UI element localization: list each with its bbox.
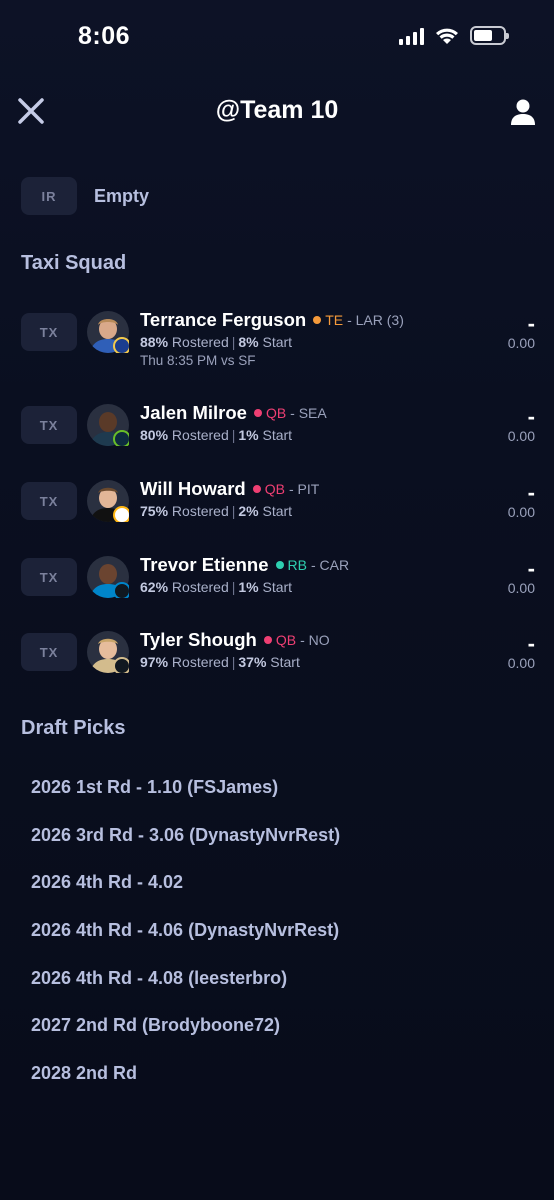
player-row-tyler-shough[interactable]: TX Tyler Shough QB - NO 97% Rostered | 3… (21, 629, 535, 703)
taxi-squad-title: Taxi Squad (21, 252, 127, 274)
draft-pick-item[interactable]: 2026 1st Rd - 1.10 (FSJames) (31, 777, 278, 798)
taxi-slot-badge: TX (21, 482, 77, 520)
player-name: Trevor Etienne (140, 554, 269, 575)
taxi-slot-badge: TX (21, 406, 77, 444)
player-name: Terrance Ferguson (140, 309, 307, 330)
status-bar: 8:06 (0, 0, 554, 76)
position-dot (275, 561, 284, 569)
player-row-terrance-ferguson[interactable]: TX Terrance Ferguson TE - LAR (3) 88% Ro… (21, 309, 535, 383)
team-label: - NO (300, 632, 330, 648)
roster-stats: 62% Rostered | 1% Start (140, 579, 293, 595)
player-name: Will Howard (140, 478, 246, 499)
draft-pick-item[interactable]: 2027 2nd Rd (Brodyboone72) (31, 1015, 280, 1036)
roster-screen: 8:06 @Team 10 IR Empty Taxi Squad TX Ter… (0, 0, 554, 1200)
position-label: QB (264, 481, 285, 497)
draft-pick-item[interactable]: 2026 3rd Rd - 3.06 (DynastyNvrRest) (31, 825, 340, 846)
game-info: Thu 8:35 PM vs SF (140, 353, 256, 368)
roster-stats: 75% Rostered | 2% Start (140, 503, 293, 519)
team-label: - PIT (288, 481, 320, 497)
score-block: - 0.00 (507, 556, 535, 597)
header: @Team 10 (0, 88, 554, 136)
taxi-slot-badge: TX (21, 558, 77, 596)
draft-pick-item[interactable]: 2026 4th Rd - 4.06 (DynastyNvrRest) (31, 920, 339, 941)
projected-score: 0.00 (507, 504, 535, 520)
player-avatar (87, 311, 129, 353)
projected-score: 0.00 (507, 580, 535, 596)
player-avatar (87, 480, 129, 522)
player-row-will-howard[interactable]: TX Will Howard QB - PIT 75% Rostered | 2… (21, 478, 535, 552)
team-label: - LAR (3) (347, 312, 404, 328)
player-avatar (87, 631, 129, 673)
player-row-jalen-milroe[interactable]: TX Jalen Milroe QB - SEA 80% Rostered | 1%… (21, 402, 535, 476)
draft-picks-title: Draft Picks (21, 717, 126, 739)
draft-pick-item[interactable]: 2026 4th Rd - 4.02 (31, 872, 183, 893)
draft-pick-item[interactable]: 2028 2nd Rd (31, 1063, 137, 1084)
battery-icon (470, 26, 509, 45)
roster-stats: 80% Rostered | 1% Start (140, 427, 293, 443)
score-block: - 0.00 (507, 311, 535, 352)
cellular-signal-icon (399, 27, 424, 45)
player-avatar (87, 404, 129, 446)
position-label: QB (275, 632, 297, 648)
roster-stats: 97% Rostered | 37% Start (140, 654, 300, 670)
position-label: TE (325, 312, 344, 328)
taxi-slot-badge: TX (21, 633, 77, 671)
position-dot (252, 485, 261, 493)
ir-slot-row[interactable]: IR Empty (21, 176, 149, 216)
status-icons (399, 26, 509, 45)
position-label: RB (287, 557, 307, 573)
player-row-trevor-etienne[interactable]: TX Trevor Etienne RB - CAR 62% Rostered |… (21, 554, 535, 628)
score-block: - 0.00 (507, 480, 535, 521)
position-label: QB (265, 405, 287, 421)
position-dot (263, 636, 272, 644)
page-title: @Team 10 (215, 96, 339, 124)
wifi-icon (436, 28, 458, 44)
score-block: - 0.00 (507, 631, 535, 672)
projected-score: 0.00 (507, 428, 535, 444)
player-avatar (87, 556, 129, 598)
player-name: Tyler Shough (140, 629, 257, 650)
profile-icon[interactable] (510, 98, 536, 126)
position-dot (253, 409, 262, 417)
status-time: 8:06 (78, 22, 131, 50)
projected-score: 0.00 (507, 655, 535, 671)
position-dot (313, 316, 322, 324)
roster-stats: 88% Rostered | 8% Start (140, 334, 293, 350)
projected-score: 0.00 (507, 335, 535, 351)
ir-empty-label: Empty (94, 185, 150, 206)
draft-pick-item[interactable]: 2026 4th Rd - 4.08 (leesterbro) (31, 968, 287, 989)
ir-badge: IR (21, 177, 77, 215)
team-label: - CAR (310, 557, 350, 573)
team-label: - SEA (290, 405, 327, 421)
player-name: Jalen Milroe (140, 402, 247, 423)
score-block: - 0.00 (507, 404, 535, 445)
taxi-slot-badge: TX (21, 313, 77, 351)
